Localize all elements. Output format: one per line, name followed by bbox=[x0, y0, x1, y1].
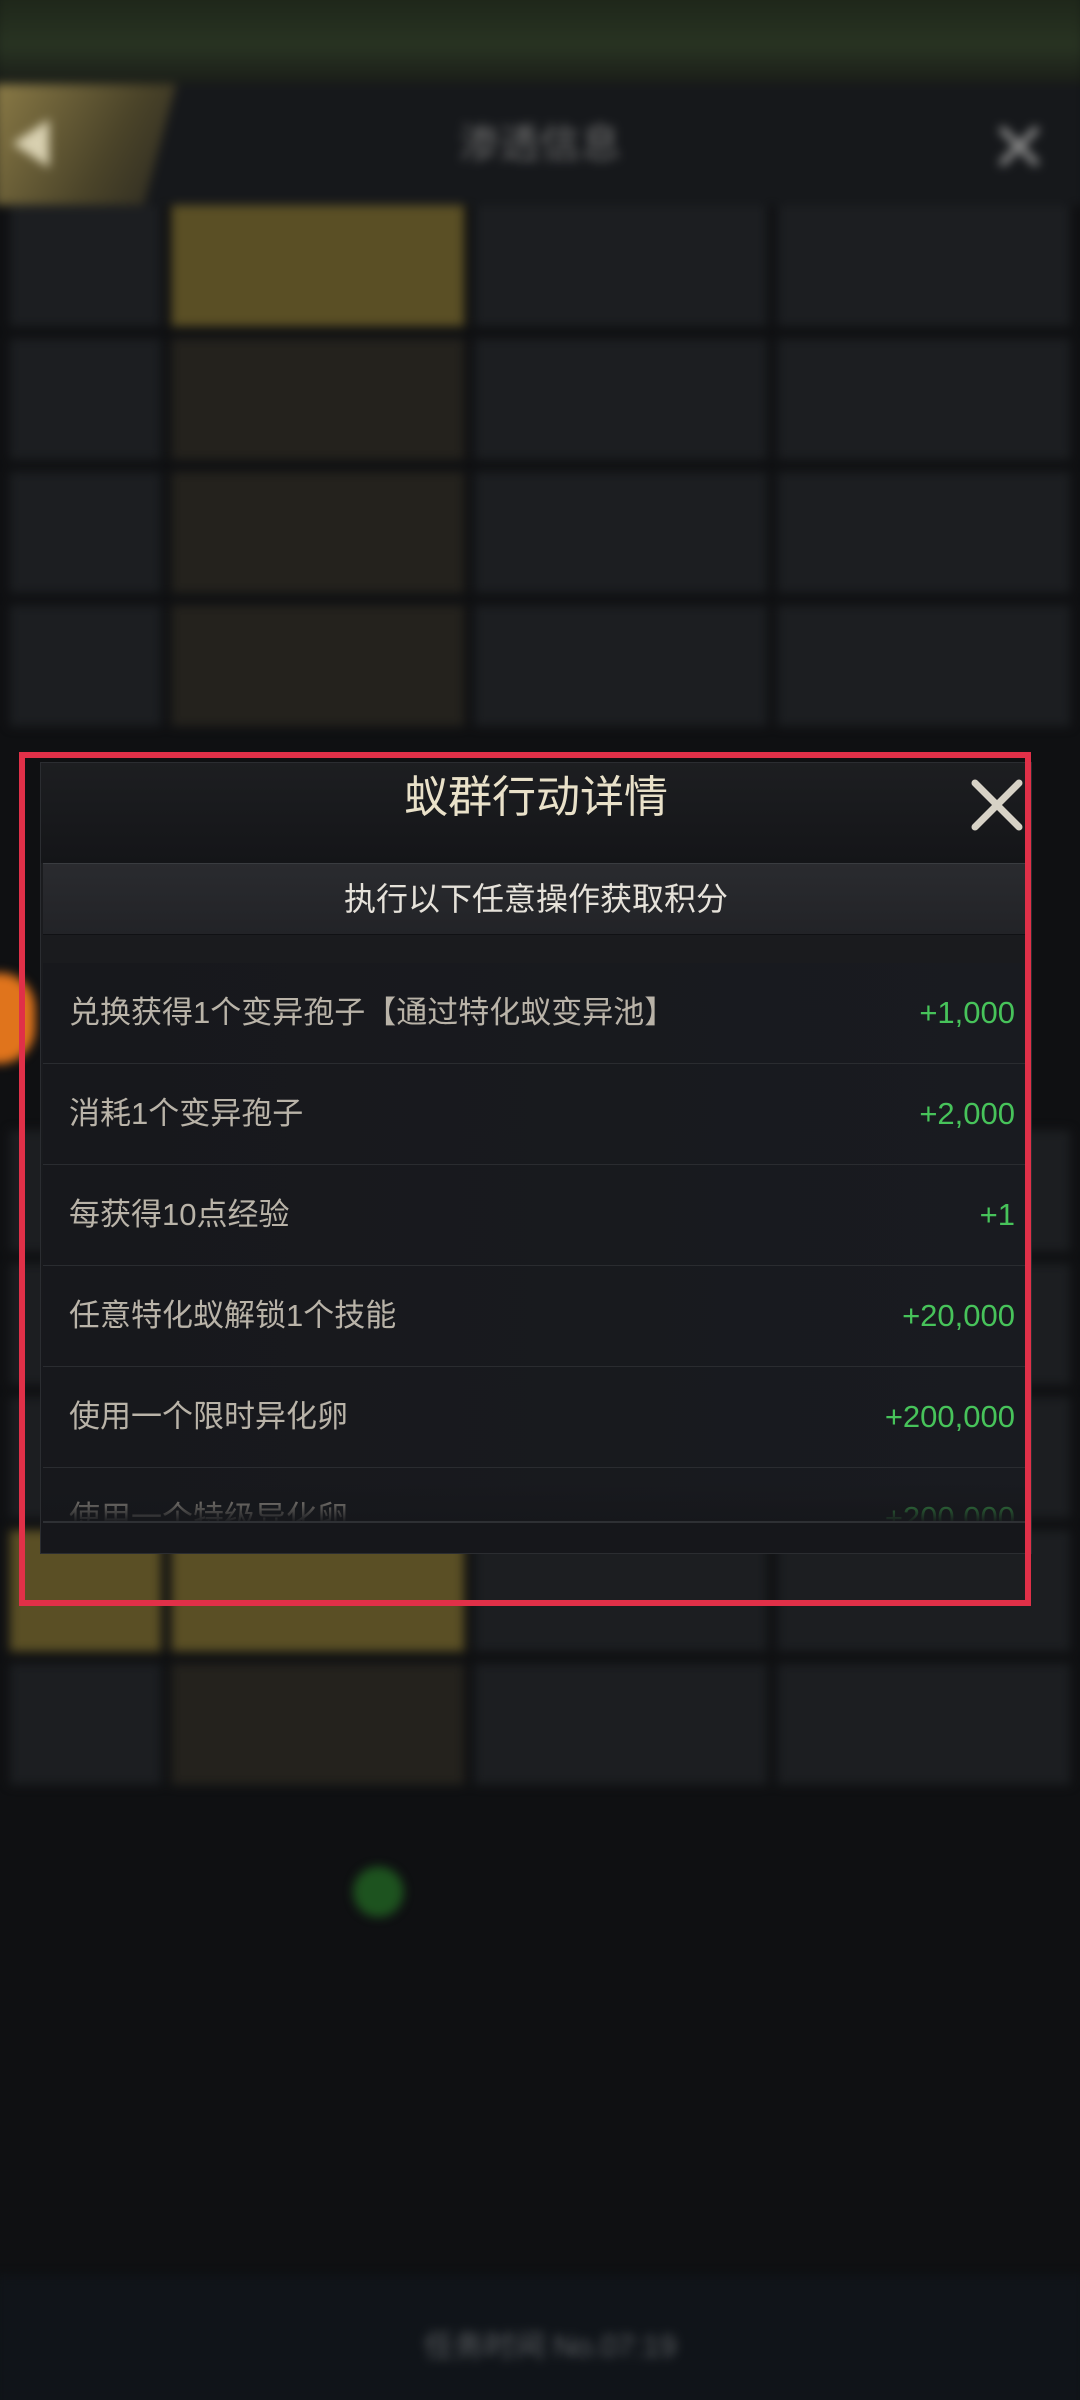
background-grid-row bbox=[9, 205, 1071, 327]
task-label: 兑换获得1个变异孢子【通过特化蚁变异池】 bbox=[69, 995, 676, 1030]
dialog-footer-divider bbox=[43, 1521, 1029, 1523]
close-button[interactable] bbox=[963, 771, 1031, 839]
task-row: 使用一个限时异化卵 +200,000 bbox=[43, 1367, 1029, 1468]
task-label: 每获得10点经验 bbox=[69, 1197, 290, 1232]
dialog-subtitle: 执行以下任意操作获取积分 bbox=[343, 881, 728, 917]
close-icon bbox=[971, 779, 1023, 831]
task-points: +20,000 bbox=[902, 1298, 1015, 1333]
background-cell bbox=[777, 205, 1071, 327]
background-cell bbox=[9, 605, 162, 727]
back-arrow-icon bbox=[12, 119, 50, 168]
background-grid-row bbox=[9, 605, 1071, 727]
background-cell bbox=[9, 1663, 162, 1785]
dialog-title: 蚁群行动详情 bbox=[404, 773, 668, 822]
background-cell bbox=[9, 471, 162, 593]
background-cell bbox=[171, 471, 465, 593]
task-row: 消耗1个变异孢子 +2,000 bbox=[43, 1064, 1029, 1165]
background-cell bbox=[777, 338, 1071, 460]
background-cell bbox=[474, 205, 768, 327]
background-cell bbox=[777, 605, 1071, 727]
background-cell bbox=[171, 338, 465, 460]
task-list[interactable]: 兑换获得1个变异孢子【通过特化蚁变异池】 +1,000 消耗1个变异孢子 +2,… bbox=[43, 963, 1029, 1523]
subtitle-bar: 执行以下任意操作获取积分 bbox=[43, 863, 1029, 935]
task-points: +2,000 bbox=[919, 1096, 1015, 1131]
background-cell bbox=[171, 1663, 465, 1785]
background-cell bbox=[171, 605, 465, 727]
list-fade bbox=[43, 1483, 1029, 1523]
background-grid-row bbox=[9, 471, 1071, 593]
task-row: 每获得10点经验 +1 bbox=[43, 1165, 1029, 1266]
background-scenery bbox=[0, 0, 1080, 84]
background-grid-row bbox=[9, 338, 1071, 460]
task-label: 任意特化蚁解锁1个技能 bbox=[69, 1298, 397, 1333]
background-cell bbox=[777, 1663, 1071, 1785]
background-cell bbox=[171, 205, 465, 327]
task-label: 消耗1个变异孢子 bbox=[69, 1096, 304, 1131]
background-cell bbox=[474, 605, 768, 727]
task-row: 兑换获得1个变异孢子【通过特化蚁变异池】 +1,000 bbox=[43, 963, 1029, 1064]
task-points: +1 bbox=[979, 1197, 1015, 1232]
task-points: +1,000 bbox=[919, 995, 1015, 1030]
background-grid-row bbox=[9, 1663, 1071, 1785]
background-title: 渗透信息 bbox=[459, 122, 621, 167]
background-cell bbox=[474, 471, 768, 593]
background-bottom-text: 任务时间 No.07:19 bbox=[423, 2330, 677, 2364]
background-cell bbox=[9, 205, 162, 327]
background-close-icon: ✕ bbox=[989, 108, 1049, 187]
background-cell bbox=[474, 1663, 768, 1785]
screen: 渗透信息 ✕ 任务时间 No.07:19 蚁群行动详情 执行以下任意操作获取积分… bbox=[0, 0, 1080, 2400]
task-label: 使用一个限时异化卵 bbox=[69, 1399, 348, 1434]
background-cell bbox=[777, 471, 1071, 593]
colony-action-details-dialog: 蚁群行动详情 执行以下任意操作获取积分 兑换获得1个变异孢子【通过特化蚁变异池】… bbox=[40, 762, 1032, 1554]
task-row: 任意特化蚁解锁1个技能 +20,000 bbox=[43, 1266, 1029, 1367]
background-cell bbox=[474, 338, 768, 460]
background-cell bbox=[9, 338, 162, 460]
glow-icon bbox=[353, 1866, 404, 1918]
task-points: +200,000 bbox=[884, 1399, 1015, 1434]
